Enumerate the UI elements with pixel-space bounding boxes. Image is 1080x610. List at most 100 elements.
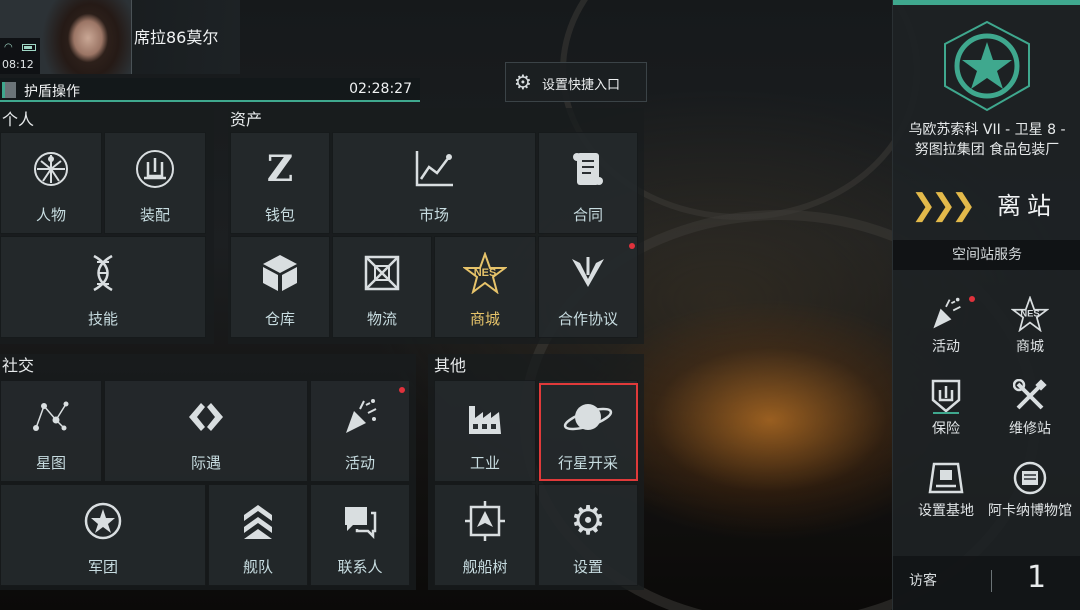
undock-button[interactable]: ❯ ❯ ❯ 离站 (893, 172, 1080, 234)
service-events[interactable]: 活动 (903, 296, 989, 370)
tile-ship-tree[interactable]: 舰船树 (434, 484, 536, 586)
cube-icon (231, 251, 329, 295)
device-clock: 08:12 (2, 58, 34, 71)
tile-label: 设置 (572, 558, 603, 576)
ship-tree-icon (435, 499, 535, 543)
tile-settings[interactable]: ⚙ 设置 (538, 484, 638, 586)
divider (991, 570, 992, 592)
service-repair[interactable]: 维修站 (987, 378, 1073, 452)
mission-label: 护盾操作 (24, 84, 80, 100)
section-title: 个人 (2, 110, 35, 129)
service-label: 商城 (1016, 339, 1044, 355)
wallet-z-icon: Z (266, 148, 294, 190)
tile-label: 工业 (469, 454, 500, 472)
museum-badge-icon (987, 460, 1073, 496)
tile-label: 舰船树 (462, 558, 508, 576)
tile-label: 物流 (366, 310, 397, 328)
tile-label: 际遇 (190, 454, 221, 472)
factory-icon (435, 395, 535, 439)
mission-doc-icon (2, 82, 16, 98)
station-name-line2: 努图拉集团 食品包装厂 (914, 142, 1060, 158)
tile-corporation[interactable]: 军团 (0, 484, 206, 586)
service-label: 保险 (932, 421, 960, 437)
station-name-line1: 乌欧苏索科 VII - 卫星 8 - (908, 122, 1066, 138)
undock-label: 离站 (997, 192, 1057, 220)
tile-starmap[interactable]: 星图 (0, 380, 102, 482)
tile-label: 装配 (139, 206, 170, 224)
tile-events[interactable]: 活动 (310, 380, 410, 482)
tile-logistics[interactable]: 物流 (332, 236, 432, 338)
nes-star-icon: NES (987, 296, 1073, 332)
tile-label: 商城 (469, 310, 500, 328)
notification-dot (629, 243, 635, 249)
station-emblem-icon (937, 18, 1037, 114)
service-label: 设置基地 (918, 503, 974, 519)
tile-store[interactable]: NES 商城 (434, 236, 536, 338)
tile-warehouse[interactable]: 仓库 (230, 236, 330, 338)
starmap-icon (1, 395, 101, 439)
tile-agreement[interactable]: 合作协议 (538, 236, 638, 338)
contract-scroll-icon (539, 147, 637, 191)
mission-timer: 02:28:27 (349, 81, 412, 97)
station-sidebar: 乌欧苏索科 VII - 卫星 8 - 努图拉集团 食品包装厂 ❯ ❯ ❯ 离站 … (892, 0, 1080, 610)
section-title: 社交 (2, 356, 35, 375)
shortcut-label: 设置快捷入口 (542, 78, 621, 93)
tile-label: 联系人 (337, 558, 383, 576)
market-chart-icon (333, 147, 535, 191)
party-popper-icon (311, 395, 409, 439)
dna-icon (1, 251, 205, 295)
visitor-bar[interactable]: 访客 1 (893, 556, 1080, 610)
section-title: 其他 (434, 356, 467, 375)
gear-icon: ⚙ (514, 70, 532, 94)
tile-wallet[interactable]: Z 钱包 (230, 132, 330, 234)
highlight-box (539, 383, 638, 481)
tile-label: 合作协议 (557, 310, 618, 328)
insurance-shield-icon (903, 378, 989, 414)
fitting-icon (105, 147, 205, 191)
tile-label: 人物 (35, 206, 66, 224)
notification-dot (399, 387, 405, 393)
service-label: 维修站 (1009, 421, 1051, 437)
tile-character[interactable]: 人物 (0, 132, 102, 234)
tile-skills[interactable]: 技能 (0, 236, 206, 338)
service-museum[interactable]: 阿卡纳博物馆 (987, 460, 1073, 534)
logistics-box-icon (333, 251, 431, 295)
service-label: 阿卡纳博物馆 (988, 503, 1072, 519)
fleet-chevrons-icon (209, 499, 307, 543)
tile-market[interactable]: 市场 (332, 132, 536, 234)
service-set-home[interactable]: 设置基地 (903, 460, 989, 534)
svg-text:NES: NES (474, 267, 497, 279)
encounter-icon (105, 395, 307, 439)
tile-industry[interactable]: 工业 (434, 380, 536, 482)
service-store[interactable]: NES 商城 (987, 296, 1073, 370)
service-insurance[interactable]: 保险 (903, 378, 989, 452)
device-status: ◠ 08:12 (0, 38, 40, 74)
tile-contacts[interactable]: 联系人 (310, 484, 410, 586)
service-label: 活动 (932, 339, 960, 355)
wifi-icon: ◠ (4, 42, 13, 53)
gear-icon: ⚙ (570, 498, 606, 544)
wrench-screwdriver-icon (987, 378, 1073, 414)
battery-icon (22, 44, 36, 51)
tile-encounter[interactable]: 际遇 (104, 380, 308, 482)
tile-label: 仓库 (264, 310, 295, 328)
agreement-wing-icon (539, 251, 637, 295)
svg-text:NES: NES (1020, 308, 1039, 319)
section-title: 资产 (230, 110, 263, 129)
shortcut-settings-button[interactable]: ⚙ 设置快捷入口 (505, 62, 647, 102)
tile-label: 活动 (344, 454, 375, 472)
tile-fitting[interactable]: 装配 (104, 132, 206, 234)
visitor-count: 1 (1027, 560, 1047, 595)
station-services-header: 空间站服务 (893, 240, 1080, 270)
tile-fleet[interactable]: 舰队 (208, 484, 308, 586)
visitor-label: 访客 (909, 573, 937, 589)
tile-label: 市场 (418, 206, 449, 224)
player-header[interactable]: ◠ 08:12 席拉86莫尔 (0, 0, 240, 74)
mission-bar[interactable]: 护盾操作 02:28:27 (0, 78, 420, 102)
tile-contracts[interactable]: 合同 (538, 132, 638, 234)
nes-star-icon: NES (435, 251, 535, 295)
chevron-right-icon: ❯ (951, 188, 977, 223)
player-name: 席拉86莫尔 (134, 28, 219, 47)
tile-label: 军团 (87, 558, 118, 576)
party-popper-icon (903, 296, 989, 332)
